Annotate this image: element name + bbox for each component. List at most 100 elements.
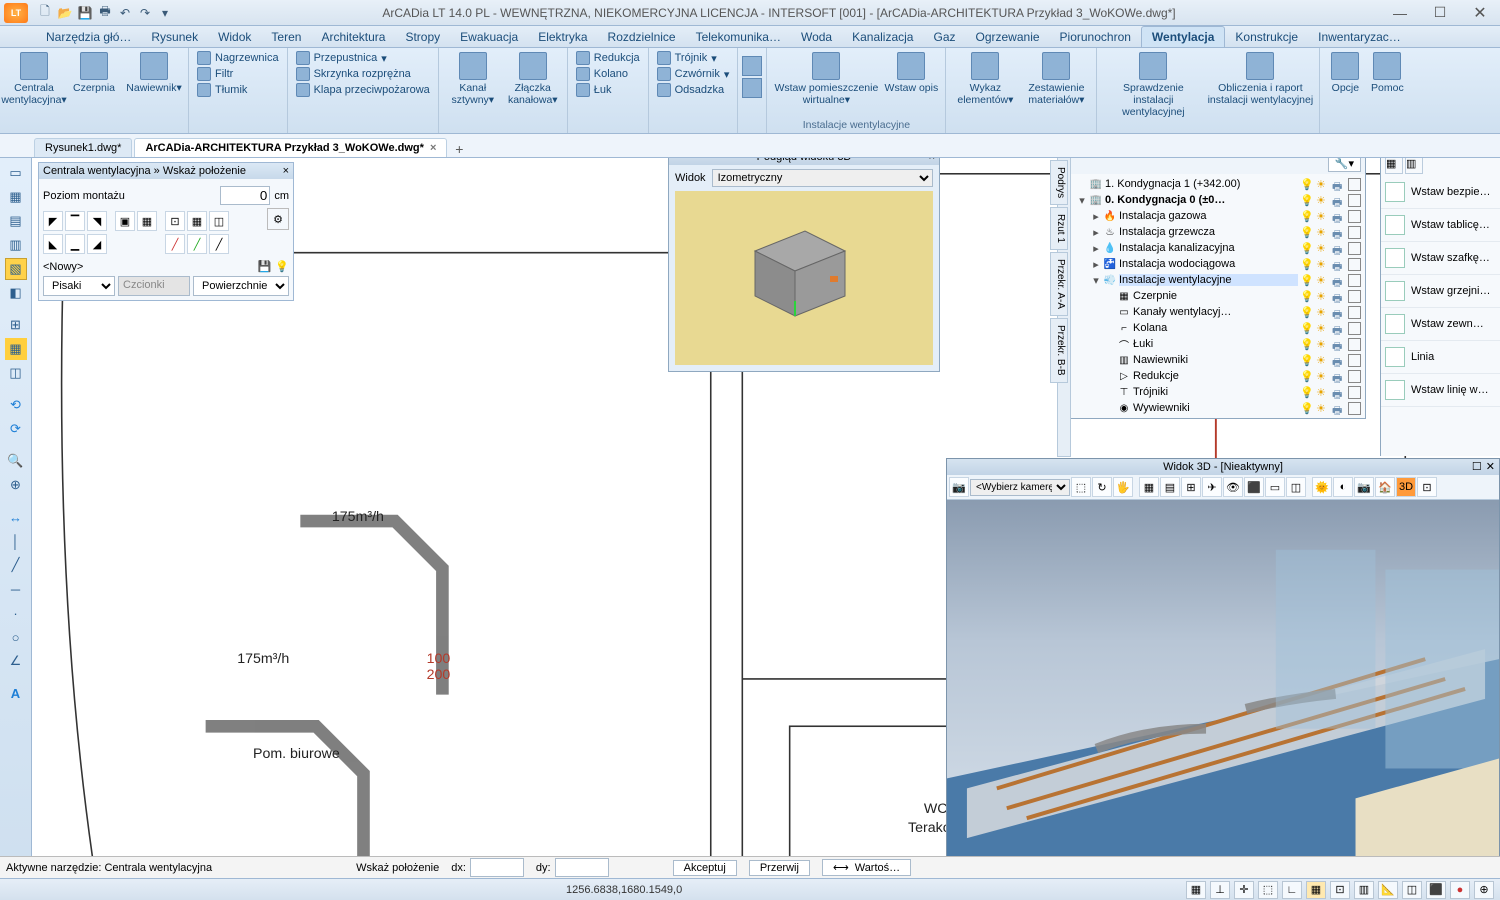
status-icon[interactable]: 📐	[1378, 881, 1398, 899]
line-icon[interactable]: ─	[5, 578, 27, 600]
wykaz-button[interactable]: Wykaz elementów▾	[950, 50, 1020, 108]
luk-button[interactable]: Łuk	[572, 82, 644, 98]
kanal-button[interactable]: Kanał sztywny▾	[443, 50, 503, 108]
status-icon[interactable]: ⊕	[1474, 881, 1494, 899]
przerwij-button[interactable]: Przerwij	[749, 860, 810, 876]
czwornik-button[interactable]: Czwórnik ▾	[653, 66, 734, 82]
minimize-button[interactable]: —	[1380, 0, 1420, 26]
zlaczka-button[interactable]: Złączka kanałowa▾	[503, 50, 563, 108]
ribbon-tab[interactable]: Rozdzielnice	[598, 27, 686, 47]
obliczenia-button[interactable]: Obliczenia i raport instalacji wentylacy…	[1205, 50, 1315, 108]
ribbon-tab[interactable]: Ogrzewanie	[966, 27, 1050, 47]
edit-icon[interactable]: ◫	[209, 211, 229, 231]
qat-more-icon[interactable]: ▾	[156, 4, 174, 22]
pomoc-button[interactable]: Pomoc	[1366, 50, 1408, 96]
ribbon-tab[interactable]: Konstrukcje	[1225, 27, 1308, 47]
dot-icon[interactable]: ·	[5, 602, 27, 624]
status-icon[interactable]: ∟	[1282, 881, 1302, 899]
status-icon[interactable]: ▦	[1306, 881, 1326, 899]
tree-row[interactable]: ▥Nawiewniki💡☀🖶	[1073, 352, 1363, 368]
doc-tab-2[interactable]: ArCADia-ARCHITEKTURA Przykład 3_WoKOWe.d…	[134, 138, 447, 157]
add-tab-button[interactable]: +	[449, 141, 469, 157]
wstaw-pomieszczenie-button[interactable]: Wstaw pomieszczenie wirtualne▾	[771, 50, 881, 108]
tool3d-icon[interactable]: 🏠	[1375, 477, 1395, 497]
edit-icon[interactable]: ⊡	[165, 211, 185, 231]
save-preset-icon[interactable]: 💾	[258, 260, 272, 273]
zoom-in-icon[interactable]: 🔍	[5, 450, 27, 472]
side-tab[interactable]: Podrys	[1050, 160, 1068, 205]
undo-icon[interactable]: ↶	[116, 4, 134, 22]
filter-icon[interactable]: 🔧▾	[1328, 158, 1361, 172]
tool3d-icon[interactable]: ⬚	[1071, 477, 1091, 497]
dy-input[interactable]	[555, 858, 609, 877]
draw-icon[interactable]: ╱	[187, 234, 207, 254]
tree-row[interactable]: ▸🚰Instalacja wodociągowa💡☀🖶	[1073, 256, 1363, 272]
status-icon[interactable]: ⬚	[1258, 881, 1278, 899]
ribbon-tab[interactable]: Stropy	[395, 27, 450, 47]
ribbon-tab[interactable]: Piorunochron	[1050, 27, 1141, 47]
poziom-input[interactable]	[220, 186, 270, 205]
klapa-button[interactable]: Klapa przeciwpożarowa	[292, 82, 434, 98]
dx-input[interactable]	[470, 858, 524, 877]
status-icon[interactable]: ◫	[1402, 881, 1422, 899]
side-tab[interactable]: Przekr. B-B	[1050, 318, 1068, 383]
tree-row[interactable]: ⊤Trójniki💡☀🖶	[1073, 384, 1363, 400]
ribbon-tab[interactable]: Narzędzia głó…	[36, 27, 141, 47]
tool3d-icon[interactable]: 📷	[1354, 477, 1374, 497]
tree-row[interactable]: ▸♨Instalacja grzewcza💡☀🖶	[1073, 224, 1363, 240]
line-icon[interactable]: ╱	[5, 554, 27, 576]
text-icon[interactable]: A	[5, 682, 27, 704]
close-panel-icon[interactable]: ×	[283, 165, 289, 177]
ribbon-tab[interactable]: Elektryka	[528, 27, 597, 47]
tool3d-icon[interactable]: ⊡	[1417, 477, 1437, 497]
side-tab[interactable]: Przekr. A-A	[1050, 252, 1068, 316]
tree-row[interactable]: ▾💨Instalacje wentylacyjne💡☀🖶	[1073, 272, 1363, 288]
wstaw-opis-button[interactable]: Wstaw opis	[881, 50, 941, 96]
ribbon-tab[interactable]: Wentylacja	[1141, 26, 1225, 47]
zoom-extents-icon[interactable]: ⊕	[5, 474, 27, 496]
tool3d-icon[interactable]: ▤	[1160, 477, 1180, 497]
tool3d-icon[interactable]: 3D	[1396, 477, 1416, 497]
align-icon[interactable]: ◤	[43, 211, 63, 231]
tool3d-icon[interactable]: ✈	[1202, 477, 1222, 497]
snap-icon[interactable]: ▣	[115, 211, 135, 231]
nawiewnik-button[interactable]: Nawiewnik▾	[124, 50, 184, 96]
preview-3d-viewport[interactable]	[675, 191, 933, 365]
tool-icon[interactable]: ▧	[5, 258, 27, 280]
camera-icon[interactable]: 📷	[949, 477, 969, 497]
ribbon-tab[interactable]: Widok	[208, 27, 261, 47]
iso-icon[interactable]	[742, 56, 762, 76]
tool3d-icon[interactable]: ↻	[1092, 477, 1112, 497]
tree-row[interactable]: ⌐Kolana💡☀🖶	[1073, 320, 1363, 336]
opcje-button[interactable]: Opcje	[1324, 50, 1366, 96]
smart-tool-icon[interactable]: ▥	[1405, 158, 1423, 174]
smart-item[interactable]: Wstaw szafkę…	[1381, 242, 1500, 275]
ribbon-tab[interactable]: Gaz	[923, 27, 965, 47]
pisaki-select[interactable]: Pisaki	[43, 276, 115, 296]
tool-icon[interactable]: ▦	[5, 338, 27, 360]
status-icon[interactable]: ⬛	[1426, 881, 1446, 899]
save-icon[interactable]: 💾	[76, 4, 94, 22]
odsadzka-button[interactable]: Odsadzka	[653, 82, 734, 98]
close-3d-icon[interactable]: ✕	[1486, 460, 1495, 473]
smart-item[interactable]: Linia	[1381, 341, 1500, 374]
snap-icon[interactable]: ▦	[137, 211, 157, 231]
akceptuj-button[interactable]: Akceptuj	[673, 860, 737, 876]
ribbon-tab[interactable]: Inwentaryzac…	[1308, 27, 1411, 47]
tool3d-icon[interactable]: ▭	[1265, 477, 1285, 497]
centrala-button[interactable]: Centrala wentylacyjna▾	[4, 50, 64, 108]
status-icon[interactable]: ⊡	[1330, 881, 1350, 899]
status-icon[interactable]: ⊥	[1210, 881, 1230, 899]
bulb-icon[interactable]: 💡	[275, 260, 289, 273]
tool3d-icon[interactable]: ▦	[1139, 477, 1159, 497]
przepustnica-button[interactable]: Przepustnica ▾	[292, 50, 434, 66]
tree-row[interactable]: ▦Czerpnie💡☀🖶	[1073, 288, 1363, 304]
redukcja-button[interactable]: Redukcja	[572, 50, 644, 66]
close-preview-icon[interactable]: ×	[929, 158, 935, 163]
status-icon[interactable]: ●	[1450, 881, 1470, 899]
widok3d-viewport[interactable]	[947, 500, 1499, 856]
tool3d-icon[interactable]: ⬛	[1244, 477, 1264, 497]
draw-icon[interactable]: ╱	[209, 234, 229, 254]
tool-icon[interactable]: ▭	[5, 162, 27, 184]
align-icon[interactable]: ◣	[43, 234, 63, 254]
